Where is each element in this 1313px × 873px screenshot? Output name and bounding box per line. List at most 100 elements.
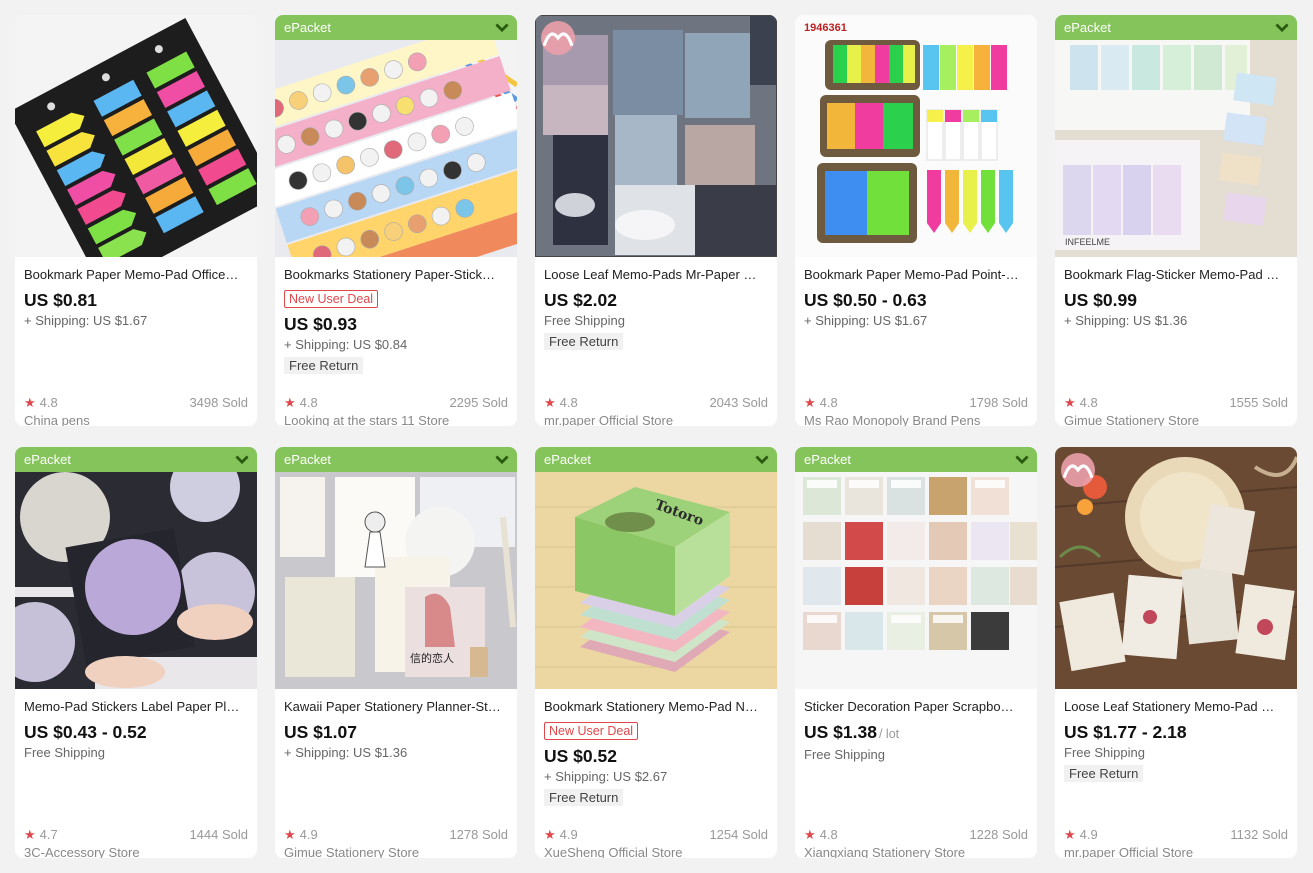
product-card[interactable]: Loose Leaf Stationery Memo-Pad … US $1.7… [1055, 447, 1297, 858]
product-meta: ★ 4.8 2295 Sold [284, 395, 508, 411]
cartoon-animal-tabs-image [275, 15, 517, 257]
star-icon: ★ [804, 827, 816, 842]
product-card[interactable]: Loose Leaf Memo-Pads Mr-Paper … US $2.02… [535, 15, 777, 426]
product-card[interactable]: ePacket Memo-Pad Stickers Label Paper Pl… [15, 447, 257, 858]
rating: ★ 4.9 [544, 827, 578, 843]
brand-logo-icon [541, 21, 575, 55]
product-meta: ★ 4.8 2043 Sold [544, 395, 768, 411]
rating-value: 4.8 [1079, 395, 1098, 410]
product-image[interactable]: ePacket [795, 447, 1037, 689]
epacket-badge[interactable]: ePacket [275, 15, 517, 40]
product-card[interactable]: ePacket 信的恋人 Kawaii Paper Stationery Pla… [275, 447, 517, 858]
store-link[interactable]: Gimue Stationery Store [1064, 413, 1199, 426]
product-price: US $1.07 [284, 721, 508, 743]
product-title[interactable]: Bookmark Stationery Memo-Pad N… [544, 699, 768, 715]
chevron-down-icon[interactable] [1275, 15, 1289, 40]
store-link[interactable]: Looking at the stars 11 Store [284, 413, 449, 426]
product-image[interactable]: ePacket [275, 15, 517, 257]
product-meta: ★ 4.8 3498 Sold [24, 395, 248, 411]
store-link[interactable]: Ms Rao Monopoly Brand Pens [804, 413, 980, 426]
free-return-badge: Free Return [544, 333, 624, 350]
sold-count: 2043 Sold [709, 395, 768, 410]
rating-value: 4.9 [1079, 827, 1098, 842]
star-icon: ★ [24, 827, 36, 842]
epacket-badge[interactable]: ePacket [795, 447, 1037, 472]
store-link[interactable]: mr.paper Official Store [1064, 845, 1193, 858]
product-title[interactable]: Bookmark Paper Memo-Pad Point-… [804, 267, 1028, 283]
star-icon: ★ [544, 827, 556, 842]
product-image[interactable] [535, 15, 777, 257]
chevron-down-icon[interactable] [235, 447, 249, 472]
product-title[interactable]: Loose Leaf Stationery Memo-Pad … [1064, 699, 1288, 715]
product-image[interactable] [1055, 447, 1297, 689]
epacket-badge[interactable]: ePacket [275, 447, 517, 472]
product-price: US $0.93 [284, 313, 508, 335]
chevron-down-icon[interactable] [495, 447, 509, 472]
shipping-info: + Shipping: US $1.67 [24, 313, 148, 328]
rating: ★ 4.8 [804, 827, 838, 843]
product-meta: ★ 4.7 1444 Sold [24, 827, 248, 843]
product-price: US $0.43 - 0.52 [24, 721, 248, 743]
rating: ★ 4.9 [1064, 827, 1098, 843]
rating: ★ 4.8 [804, 395, 838, 411]
rating-value: 4.9 [559, 827, 578, 842]
product-meta: ★ 4.9 1132 Sold [1064, 827, 1288, 843]
product-image[interactable]: ePacket Totoro [535, 447, 777, 689]
free-return-badge: Free Return [544, 789, 624, 806]
product-title[interactable]: Loose Leaf Memo-Pads Mr-Paper … [544, 267, 768, 283]
epacket-badge[interactable]: ePacket [1055, 15, 1297, 40]
product-meta: ★ 4.9 1278 Sold [284, 827, 508, 843]
product-card[interactable]: ePacket Bookmarks Stationery Paper-Stick… [275, 15, 517, 426]
product-price: US $0.52 [544, 745, 768, 767]
product-card[interactable]: 1946361 Bookmark Paper Memo-Pad Point-… … [795, 15, 1037, 426]
product-price: US $0.81 [24, 289, 248, 311]
chevron-down-icon[interactable] [495, 15, 509, 40]
product-image[interactable]: ePacket INFEELME [1055, 15, 1297, 257]
store-link[interactable]: 3C-Accessory Store [24, 845, 140, 858]
product-title[interactable]: Bookmark Paper Memo-Pad Office… [24, 267, 248, 283]
product-info: Bookmark Flag-Sticker Memo-Pad … US $0.9… [1064, 267, 1288, 426]
chevron-down-icon[interactable] [1015, 447, 1029, 472]
store-link[interactable]: China pens [24, 413, 90, 426]
product-title[interactable]: Sticker Decoration Paper Scrapbo… [804, 699, 1028, 715]
chevron-down-icon[interactable] [755, 447, 769, 472]
product-title[interactable]: Memo-Pad Stickers Label Paper Pl… [24, 699, 248, 715]
pastel-flag-stickers-image: INFEELME [1055, 15, 1297, 257]
store-link[interactable]: XueSheng Official Store [544, 845, 683, 858]
product-title[interactable]: Bookmarks Stationery Paper-Stick… [284, 267, 508, 283]
store-link[interactable]: Gimue Stationery Store [284, 845, 419, 858]
rating: ★ 4.8 [544, 395, 578, 411]
star-icon: ★ [1064, 827, 1076, 842]
star-icon: ★ [284, 827, 296, 842]
sold-count: 1444 Sold [189, 827, 248, 842]
epacket-badge[interactable]: ePacket [15, 447, 257, 472]
product-info: Loose Leaf Stationery Memo-Pad … US $1.7… [1064, 699, 1288, 858]
free-return-badge: Free Return [284, 357, 364, 374]
product-image[interactable]: 1946361 [795, 15, 1037, 257]
epacket-label: ePacket [284, 20, 331, 35]
sold-count: 1228 Sold [969, 827, 1028, 842]
product-card[interactable]: ePacket Totoro Bookmark Stationery Memo-… [535, 447, 777, 858]
product-image[interactable] [15, 15, 257, 257]
product-title[interactable]: Bookmark Flag-Sticker Memo-Pad … [1064, 267, 1288, 283]
product-image[interactable]: ePacket 信的恋人 [275, 447, 517, 689]
new-user-deal-badge: New User Deal [284, 290, 379, 308]
product-info: Bookmark Stationery Memo-Pad N… New User… [544, 699, 768, 858]
free-return-badge: Free Return [1064, 765, 1144, 782]
store-link[interactable]: Xiangxiang Stationery Store [804, 845, 965, 858]
product-card[interactable]: ePacket INFEELME Bookmark Flag-Sticker M… [1055, 15, 1297, 426]
shipping-info: Free Shipping [544, 313, 625, 328]
shipping-info: + Shipping: US $0.84 [284, 337, 408, 352]
product-card[interactable]: ePacket Sticker Decoration Paper Scrapbo… [795, 447, 1037, 858]
epacket-badge[interactable]: ePacket [535, 447, 777, 472]
store-link[interactable]: mr.paper Official Store [544, 413, 673, 426]
star-icon: ★ [804, 395, 816, 410]
label-sticker-boxes-image [795, 447, 1037, 689]
product-card[interactable]: Bookmark Paper Memo-Pad Office… US $0.81… [15, 15, 257, 426]
sold-count: 1278 Sold [449, 827, 508, 842]
epacket-label: ePacket [804, 452, 851, 467]
product-title[interactable]: Kawaii Paper Stationery Planner-St… [284, 699, 508, 715]
product-image[interactable]: ePacket [15, 447, 257, 689]
shipping-info: + Shipping: US $1.36 [1064, 313, 1188, 328]
product-meta: ★ 4.8 1228 Sold [804, 827, 1028, 843]
